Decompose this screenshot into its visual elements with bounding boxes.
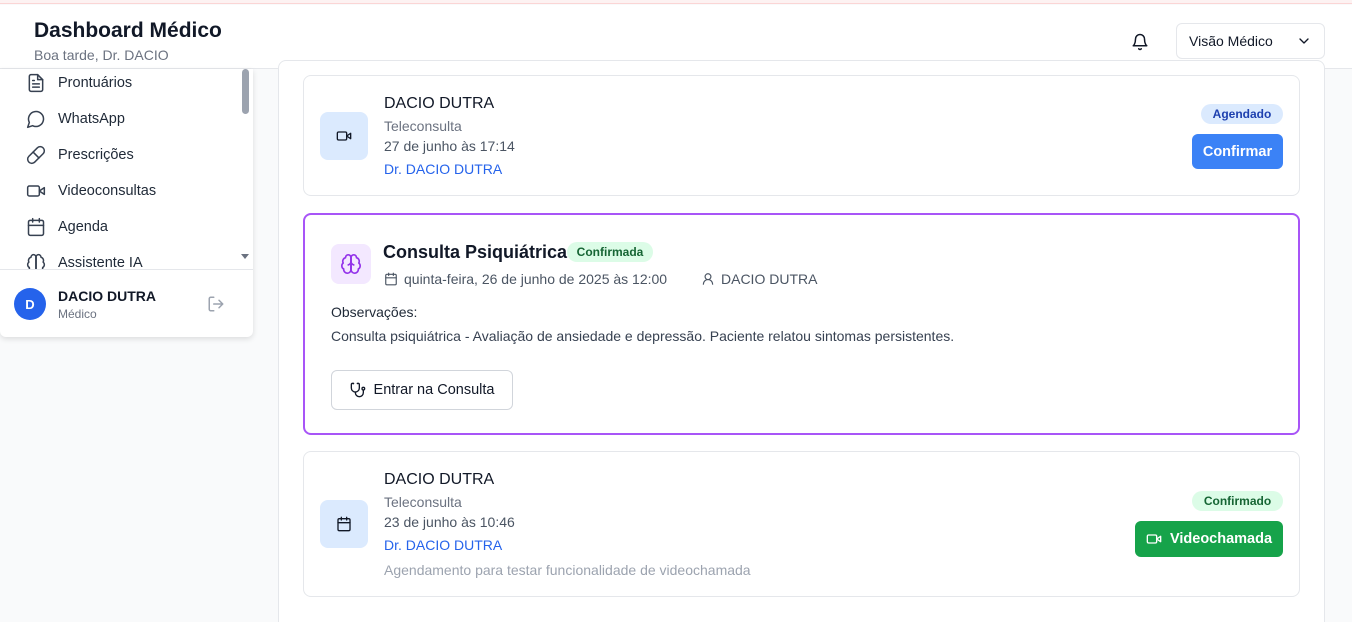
scroll-down-arrow-icon[interactable] — [240, 253, 250, 261]
top-accent-line — [0, 0, 1352, 4]
pill-icon — [26, 145, 46, 165]
calendar-icon — [27, 217, 45, 237]
chevron-down-icon — [1299, 38, 1309, 44]
consultation-title: Consulta Psiquiátrica — [383, 242, 568, 262]
sidebar-item-label: Prescrições — [58, 147, 134, 163]
appointment-datetime: 27 de junho às 17:14 — [384, 138, 515, 154]
bell-icon[interactable] — [1129, 31, 1151, 53]
sidebar-item-label: WhatsApp — [58, 111, 125, 127]
view-select-value: Visão Médico — [1189, 33, 1273, 49]
user-role: Médico — [58, 307, 97, 321]
file-text-icon — [28, 73, 44, 93]
observations-text: Consulta psiquiátrica - Avaliação de ans… — [331, 328, 955, 344]
video-icon — [26, 185, 46, 197]
doctor-name: Dr. DACIO DUTRA — [384, 161, 503, 177]
button-label: Entrar na Consulta — [373, 382, 495, 398]
sidebar-scrollbar[interactable] — [240, 69, 250, 269]
user-name: DACIO DUTRA — [58, 288, 156, 304]
consultation-patient: DACIO DUTRA — [701, 271, 817, 287]
sidebar-item-label: Assistente IA — [58, 255, 143, 269]
appointment-type: Teleconsulta — [384, 494, 462, 510]
sidebar-item-assistente-ia[interactable]: Assistente IA — [26, 251, 143, 269]
consultation-datetime: quinta-feira, 26 de junho de 2025 às 12:… — [384, 271, 667, 287]
status-badge: Agendado — [1201, 104, 1283, 124]
status-badge: Confirmado — [1192, 491, 1283, 511]
video-icon — [320, 112, 368, 160]
view-select[interactable]: Visão Médico — [1176, 23, 1325, 59]
sidebar-nav: Prontuários WhatsApp Prescrições Videoco… — [0, 69, 253, 269]
observations-label: Observações: — [331, 304, 418, 320]
sidebar-item-prescricoes[interactable]: Prescrições — [26, 143, 134, 167]
appointment-note: Agendamento para testar funcionalidade d… — [384, 562, 751, 578]
sidebar-item-agenda[interactable]: Agenda — [26, 215, 108, 239]
user-icon — [702, 273, 714, 285]
videocall-button[interactable]: Videochamada — [1135, 521, 1283, 557]
sidebar-item-prontuarios[interactable]: Prontuários — [26, 71, 132, 95]
patient-name: DACIO DUTRA — [721, 271, 818, 287]
calendar-icon — [320, 500, 368, 548]
video-icon — [1146, 534, 1162, 544]
patient-name: DACIO DUTRA — [384, 471, 495, 488]
calendar-icon — [385, 272, 397, 286]
sidebar-item-label: Prontuários — [58, 75, 133, 91]
brain-icon — [26, 253, 46, 269]
appointment-datetime: 23 de junho às 10:46 — [384, 514, 515, 530]
logout-icon[interactable] — [207, 295, 225, 313]
doctor-name: Dr. DACIO DUTRA — [384, 537, 503, 553]
stethoscope-icon — [350, 382, 365, 398]
sidebar-item-label: Agenda — [58, 219, 108, 235]
appointment-type: Teleconsulta — [384, 118, 462, 134]
greeting: Boa tarde, Dr. DACIO — [34, 47, 169, 63]
sidebar-item-videoconsultas[interactable]: Videoconsultas — [26, 179, 156, 203]
page-title: Dashboard Médico — [34, 19, 222, 42]
scroll-thumb[interactable] — [242, 69, 249, 114]
user-block: D DACIO DUTRA Médico — [0, 269, 253, 337]
datetime-text: quinta-feira, 26 de junho de 2025 às 12:… — [404, 271, 668, 287]
brain-icon — [331, 244, 371, 284]
sidebar-item-whatsapp[interactable]: WhatsApp — [26, 107, 125, 131]
status-badge: Confirmada — [567, 242, 653, 262]
enter-consultation-button[interactable]: Entrar na Consulta — [331, 370, 513, 410]
message-circle-icon — [26, 110, 45, 129]
confirm-button[interactable]: Confirmar — [1192, 134, 1283, 169]
appointment-card — [303, 75, 1300, 196]
sidebar: Prontuários WhatsApp Prescrições Videoco… — [0, 69, 253, 337]
sidebar-item-label: Videoconsultas — [58, 183, 157, 199]
button-label: Videochamada — [1169, 531, 1273, 547]
patient-name: DACIO DUTRA — [384, 95, 495, 112]
avatar: D — [14, 288, 46, 320]
